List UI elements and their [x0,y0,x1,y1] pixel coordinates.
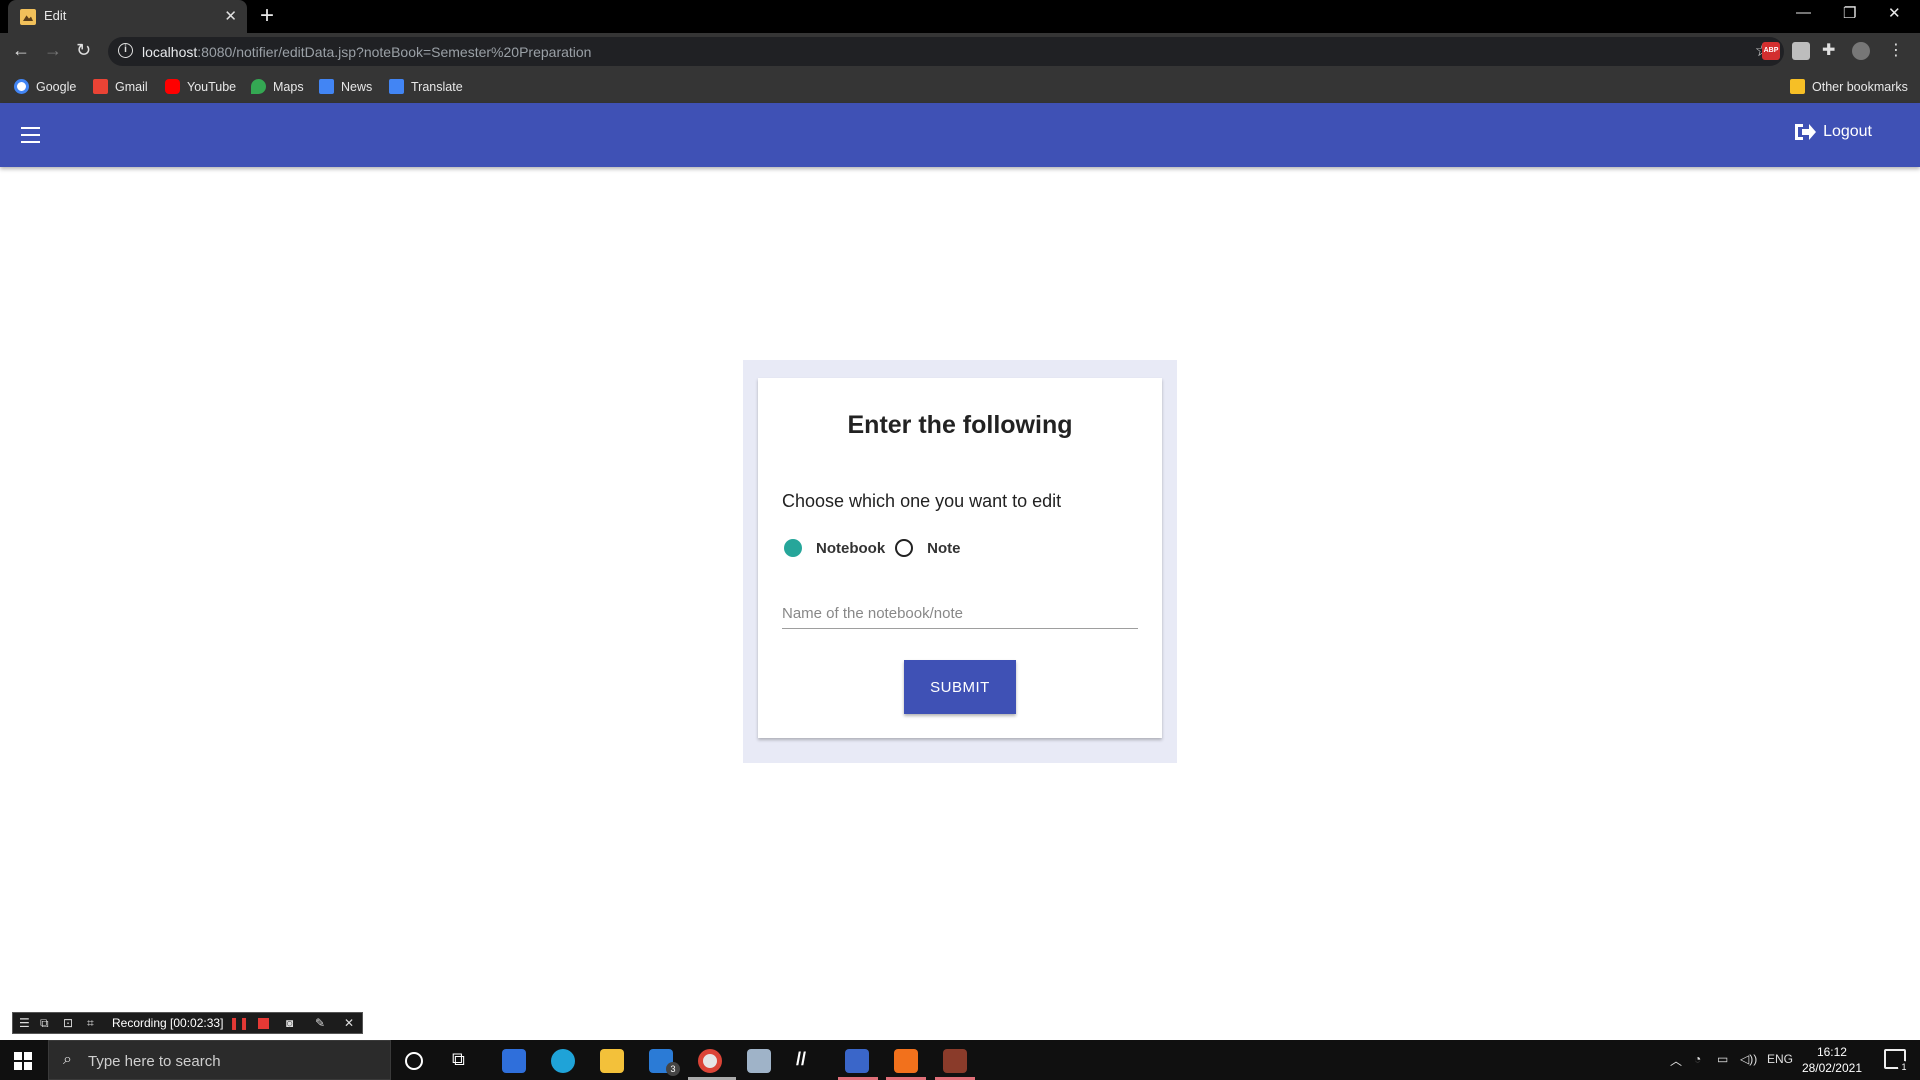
bookmark-label: Google [36,80,77,94]
bookmarks-bar: Google Gmail YouTube Maps News Translate… [0,70,1920,103]
bookmark-gmail[interactable]: Gmail [93,79,148,94]
forward-arrow-icon[interactable]: → [44,40,62,61]
notebook-radio[interactable] [784,539,802,557]
clock-time: 16:12 [1816,1045,1847,1059]
news-icon [319,79,334,94]
mail-badge: 3 [666,1062,680,1076]
form-prompt: Choose which one you want to edit [782,491,1062,511]
gmail-icon [93,79,108,94]
browser-toolbar: ← → ↻ i localhost:8080/notifier/editData… [0,33,1920,70]
other-bookmarks-label: Other bookmarks [1812,80,1908,94]
bookmark-label: Gmail [115,80,148,94]
stop-icon[interactable] [258,1018,269,1029]
tab-close-icon[interactable]: ✕ [224,7,237,25]
form-title: Enter the following [847,411,1073,439]
clock[interactable]: 16:12 28/02/2021 [1802,1044,1862,1076]
tray-chevron-icon[interactable]: ︿ [1670,1052,1682,1069]
bookmark-label: Translate [411,80,463,94]
action-center-icon[interactable]: 1 [1884,1049,1910,1073]
tab-favicon-icon [20,9,36,25]
app-icon[interactable] [943,1049,967,1073]
edge-icon[interactable] [551,1049,575,1073]
bookmark-label: YouTube [187,80,237,94]
notebook-radio-label[interactable]: Notebook [816,540,885,557]
cortana-icon[interactable] [405,1052,423,1070]
address-bar[interactable]: i localhost:8080/notifier/editData.jsp?n… [108,37,1784,66]
note-radio[interactable] [895,539,914,557]
window-close-icon[interactable]: ✕ [1888,4,1901,22]
adblock-extension-icon[interactable]: ABP [1762,42,1780,60]
browser-tab-edit[interactable]: Edit ✕ [8,0,247,33]
camera-icon[interactable]: ◙ [286,1016,293,1030]
other-bookmarks[interactable]: Other bookmarks [1790,79,1908,94]
bookmark-label: News [341,80,373,94]
extensions-puzzle-icon[interactable]: ✚ [1822,42,1840,60]
recording-toolbar: ☰ ⧉ ⊡ ⌗ Recording [00:02:33] ❚❚ ◙ ✎ ✕ [12,1012,363,1034]
app-icon[interactable] [747,1049,771,1073]
chrome-icon[interactable] [698,1049,722,1073]
clock-date: 28/02/2021 [1801,1061,1862,1075]
extension-icon[interactable] [1792,42,1810,60]
site-info-icon[interactable]: i [118,43,133,58]
notification-count: 1 [1898,1061,1910,1073]
recorder-window-icon[interactable]: ⧉ [40,1016,49,1031]
translate-icon [389,79,404,94]
browser-tab-strip: Edit ✕ + — ❐ ✕ [0,0,1920,33]
reload-icon[interactable]: ↻ [76,40,91,61]
maps-pin-icon [251,79,266,94]
submit-button[interactable]: SUBMIT [904,660,1016,714]
xampp-icon[interactable] [894,1049,918,1073]
volume-icon[interactable]: ◁)) [1740,1052,1757,1066]
browser-menu-icon[interactable]: ⋮ [1888,42,1906,60]
app-icon[interactable] [845,1049,869,1073]
pause-icon[interactable]: ❚❚ [229,1016,249,1030]
logout-label: Logout [1823,123,1872,140]
hamburger-menu-icon[interactable] [21,127,40,143]
name-input[interactable] [782,593,1138,629]
youtube-icon [165,79,180,94]
search-icon: ⌕ [63,1051,72,1068]
recorder-crop-icon[interactable]: ⌗ [87,1016,94,1031]
recorder-menu-icon[interactable]: ☰ [19,1016,30,1030]
bookmark-news[interactable]: News [319,79,372,94]
new-tab-icon[interactable]: + [260,2,274,30]
logout-button[interactable]: Logout [1793,121,1872,143]
url-path: :8080/notifier/editData.jsp?noteBook=Sem… [197,44,592,60]
url-host: localhost [142,44,198,60]
taskbar-search[interactable]: ⌕ Type here to search [48,1040,391,1080]
bookmark-maps[interactable]: Maps [251,79,304,94]
windows-start-icon[interactable] [14,1052,32,1070]
bookmark-google[interactable]: Google [14,79,76,94]
google-icon [14,79,29,94]
profile-avatar-icon[interactable] [1852,42,1870,60]
app-header: Logout [0,103,1920,167]
taskbar-search-placeholder: Type here to search [88,1053,221,1070]
language-indicator[interactable]: ENG [1767,1052,1793,1066]
back-arrow-icon[interactable]: ← [12,40,30,61]
tab-title: Edit [44,8,67,23]
address-url[interactable]: localhost:8080/notifier/editData.jsp?not… [142,44,591,60]
task-view-icon[interactable]: ⧉ [452,1049,476,1073]
file-explorer-icon[interactable] [600,1049,624,1073]
recording-status: Recording [00:02:33] [112,1016,224,1030]
edit-type-radio-group: Notebook Note [784,539,971,557]
windows-taskbar: ⌕ Type here to search ⧉ 3 // ︿ ◔ ▭ ◁)) E… [0,1040,1920,1080]
bookmark-label: Maps [273,80,304,94]
app-icon[interactable]: // [796,1049,820,1073]
pen-icon[interactable]: ✎ [315,1016,325,1030]
edit-form-card: Enter the following Choose which one you… [758,378,1162,738]
recorder-region-icon[interactable]: ⊡ [63,1016,73,1030]
folder-icon [1790,79,1805,94]
restore-icon[interactable]: ❐ [1843,4,1856,22]
battery-icon[interactable]: ▭ [1717,1052,1728,1066]
store-icon[interactable] [502,1049,526,1073]
bookmark-youtube[interactable]: YouTube [165,79,236,94]
recorder-close-icon[interactable]: ✕ [344,1016,354,1030]
bookmark-translate[interactable]: Translate [389,79,463,94]
minimize-icon[interactable]: — [1796,4,1811,21]
note-radio-label[interactable]: Note [927,540,960,557]
logout-icon [1795,124,1817,140]
network-icon[interactable]: ◔ [1694,1052,1701,1066]
